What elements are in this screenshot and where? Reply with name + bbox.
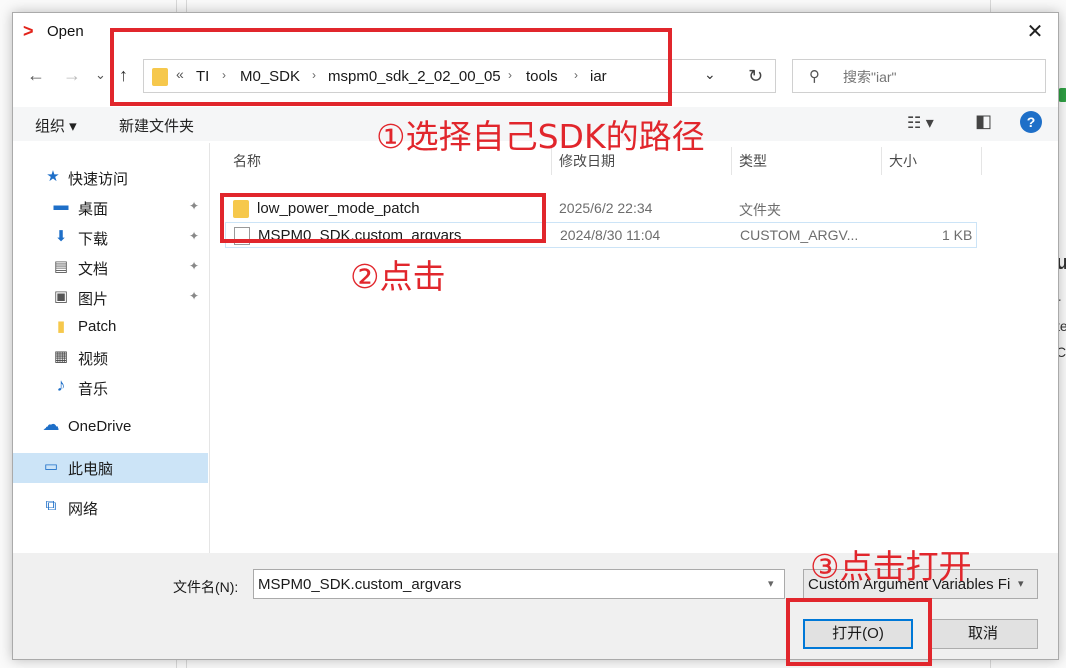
app-logo-icon: > — [23, 21, 34, 41]
file-type: CUSTOM_ARGV... — [740, 227, 859, 243]
annotation-step2: ②点击 — [350, 257, 446, 296]
sidebar-item-label: Patch — [78, 318, 117, 335]
file-size: 1 KB — [942, 227, 973, 243]
sidebar-item-desktop[interactable]: ▬ 桌面 ✦ — [13, 193, 208, 221]
sidebar-item-this-pc[interactable]: ▭ 此电脑 — [13, 453, 208, 483]
filename-value: MSPM0_SDK.custom_argvars — [258, 576, 462, 593]
pane-divider[interactable] — [209, 143, 210, 553]
chevron-down-icon[interactable]: ▾ — [768, 577, 774, 590]
column-header-type[interactable]: 类型 — [739, 151, 767, 171]
annotation-step1: ①选择自己SDK的路径 — [376, 117, 705, 156]
search-input[interactable] — [841, 66, 1040, 88]
pin-icon: ✦ — [189, 259, 200, 273]
preview-pane-icon[interactable]: ◧ — [975, 111, 992, 132]
sidebar-item-patch[interactable]: ▮ Patch — [13, 313, 208, 341]
navigation-pane: ★ 快速访问 ▬ 桌面 ✦ ⬇ 下载 ✦ ▤ 文档 ✦ ▣ 图片 ✦ ▮ Pat… — [13, 143, 208, 553]
download-icon: ⬇ — [54, 228, 68, 245]
new-folder-button[interactable]: 新建文件夹 — [119, 115, 194, 136]
file-modified: 2025/6/2 22:34 — [559, 200, 653, 216]
sidebar-item-label: 桌面 — [78, 201, 109, 218]
chevron-down-icon[interactable]: ▾ — [1018, 577, 1024, 590]
sidebar-item-music[interactable]: ♪ 音乐 — [13, 373, 208, 401]
chevron-down-icon[interactable]: ⌄ — [704, 66, 716, 83]
sidebar-item-onedrive[interactable]: ☁ OneDrive — [13, 413, 208, 441]
sidebar-item-label: 图片 — [78, 291, 109, 308]
dialog-title: Open — [47, 23, 84, 40]
annotation-box-file — [220, 193, 546, 243]
video-icon: ▦ — [53, 348, 69, 365]
pin-icon: ✦ — [189, 229, 200, 243]
sidebar-item-documents[interactable]: ▤ 文档 ✦ — [13, 253, 208, 281]
cancel-button[interactable]: 取消 — [928, 619, 1038, 649]
sidebar-item-label: 音乐 — [78, 381, 109, 398]
document-icon: ▤ — [53, 258, 69, 275]
sidebar-item-label: 文档 — [78, 261, 109, 278]
annotation-box-open — [786, 598, 932, 666]
organize-menu-button[interactable]: 组织 ▾ — [35, 115, 77, 136]
pin-icon: ✦ — [189, 289, 200, 303]
sidebar-item-label: OneDrive — [68, 418, 132, 435]
sidebar-item-videos[interactable]: ▦ 视频 — [13, 343, 208, 371]
back-button[interactable]: ← — [27, 65, 45, 86]
sidebar-item-label: 网络 — [68, 501, 99, 518]
sidebar-item-label: 视频 — [78, 351, 109, 368]
column-separator[interactable] — [881, 147, 882, 175]
column-separator[interactable] — [981, 147, 982, 175]
bg-indicator — [1058, 88, 1066, 102]
star-icon: ★ — [46, 168, 60, 185]
filename-label: 文件名(N): — [173, 579, 239, 595]
column-separator[interactable] — [731, 147, 732, 175]
sidebar-item-label: 此电脑 — [68, 461, 114, 478]
forward-button[interactable]: → — [63, 65, 81, 86]
file-modified: 2024/8/30 11:04 — [560, 227, 661, 243]
annotation-box-address — [110, 28, 672, 106]
music-icon: ♪ — [56, 375, 66, 395]
close-button[interactable]: ✕ — [1012, 13, 1058, 51]
folder-icon: ▮ — [56, 318, 66, 335]
computer-icon: ▭ — [43, 458, 59, 475]
view-options-icon[interactable]: ☷ ▾ — [907, 113, 934, 133]
sidebar-item-downloads[interactable]: ⬇ 下载 ✦ — [13, 223, 208, 251]
sidebar-item-quick-access[interactable]: ★ 快速访问 — [13, 163, 208, 191]
desktop-icon: ▬ — [53, 197, 69, 214]
help-icon[interactable]: ? — [1020, 111, 1042, 133]
refresh-button[interactable]: ↻ — [736, 59, 776, 93]
filename-input[interactable]: MSPM0_SDK.custom_argvars ▾ — [253, 569, 785, 599]
sidebar-item-pictures[interactable]: ▣ 图片 ✦ — [13, 283, 208, 311]
search-icon: ⚲ — [809, 68, 820, 85]
annotation-step3: ③点击打开 — [810, 547, 972, 586]
picture-icon: ▣ — [53, 288, 69, 305]
network-icon: ⧉ — [45, 497, 57, 514]
recent-locations-button[interactable]: ⌄ — [95, 67, 106, 83]
pin-icon: ✦ — [189, 199, 200, 213]
sidebar-item-label: 快速访问 — [68, 171, 129, 188]
file-type: 文件夹 — [739, 202, 781, 218]
sidebar-item-label: 下载 — [78, 231, 109, 248]
cloud-icon: ☁ — [42, 415, 60, 434]
column-header-name[interactable]: 名称 — [233, 151, 261, 171]
column-header-size[interactable]: 大小 — [889, 151, 917, 171]
sidebar-item-network[interactable]: ⧉ 网络 — [13, 493, 208, 521]
search-box[interactable]: ⚲ — [792, 59, 1046, 93]
